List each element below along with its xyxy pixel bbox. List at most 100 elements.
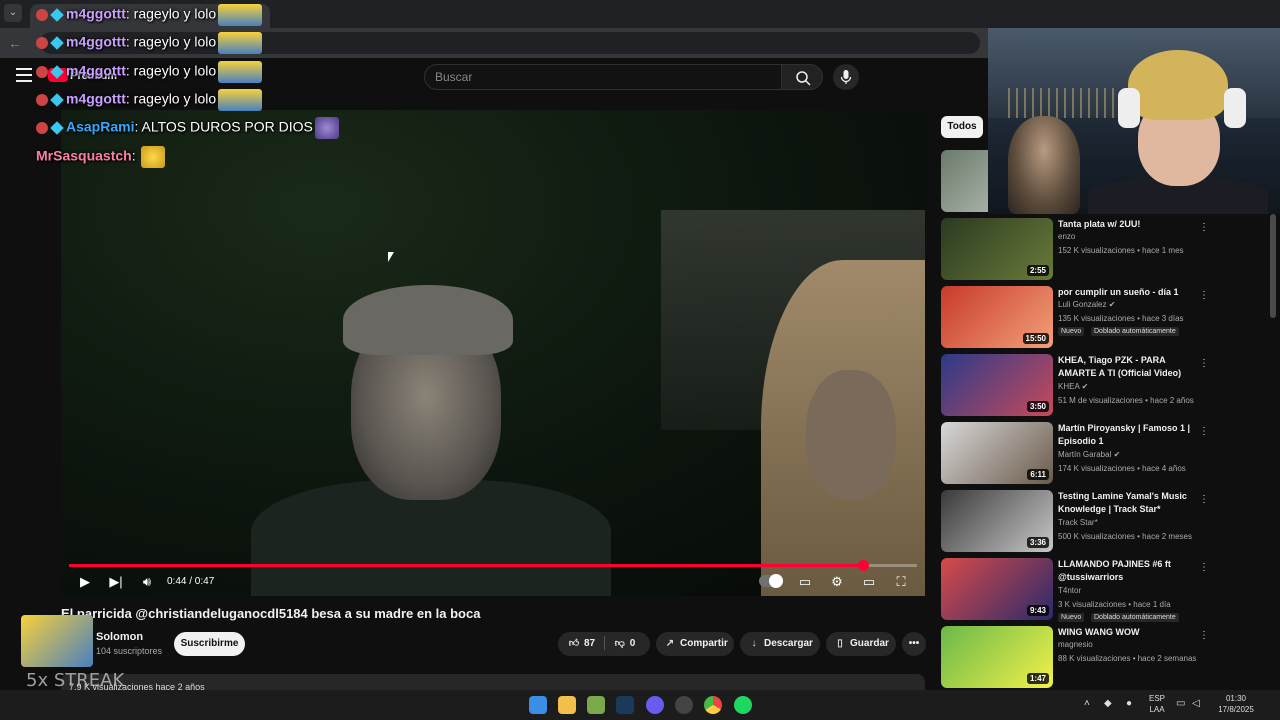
file-explorer-icon[interactable] bbox=[558, 696, 576, 714]
more-options-icon[interactable]: ⋮ bbox=[1199, 222, 1209, 234]
channel-name[interactable]: magnesio bbox=[1058, 640, 1093, 649]
channel-name[interactable]: Martín Garabal ✔ bbox=[1058, 450, 1120, 459]
video-title[interactable]: WING WANG WOW bbox=[1058, 626, 1198, 639]
progress-bar[interactable] bbox=[69, 560, 917, 571]
steam-icon[interactable] bbox=[616, 696, 634, 714]
video-title[interactable]: KHEA, Tiago PZK - PARA AMARTE A TI (Offi… bbox=[1058, 354, 1198, 380]
video-thumbnail[interactable]: 15:50 bbox=[941, 286, 1053, 348]
chat-separator: : bbox=[125, 62, 134, 79]
list-item[interactable]: 2:55 Tanta plata w/ 2UU! enzo 152 K visuali… bbox=[941, 218, 1251, 282]
video-thumbnail[interactable]: 3:50 bbox=[941, 354, 1053, 416]
speaker-icon[interactable]: ◁ bbox=[1192, 698, 1200, 709]
thumbs-up-icon[interactable]: 👍︎ bbox=[568, 632, 580, 656]
list-item[interactable]: 3:50 KHEA, Tiago PZK - PARA AMARTE A TI (… bbox=[941, 354, 1251, 418]
list-item[interactable]: 1:47 WING WANG WOW magnesio 88 K visualizac… bbox=[941, 626, 1251, 690]
subtitles-icon[interactable]: ▭ bbox=[795, 572, 815, 592]
list-item[interactable]: 9:43 LLAMANDO PAJINES #6 ft @tussiwarrior… bbox=[941, 558, 1251, 622]
video-player[interactable]: ▶ ▶| 🔊︎ 0:44 / 0:47 ▭ ⚙ ▭ ⛶ bbox=[61, 110, 925, 596]
channel-name-text: Track Star* bbox=[1058, 518, 1098, 527]
security-icon[interactable]: ◆ bbox=[1104, 698, 1112, 709]
minion-emote-icon bbox=[218, 32, 263, 54]
chat-badge-icon bbox=[50, 36, 64, 50]
autoplay-toggle[interactable] bbox=[759, 574, 783, 588]
chrome-icon[interactable] bbox=[704, 696, 722, 714]
list-item[interactable]: 3:36 Testing Lamine Yamal's Music Knowled… bbox=[941, 490, 1251, 554]
minecraft-icon[interactable] bbox=[587, 696, 605, 714]
clock-date: 17/8/2025 bbox=[1218, 705, 1254, 714]
verified-icon: ✔ bbox=[1111, 450, 1121, 459]
share-label: Compartir bbox=[680, 638, 728, 649]
volume-icon[interactable]: 🔊︎ bbox=[137, 572, 157, 592]
more-options-icon[interactable]: ⋮ bbox=[1199, 426, 1209, 438]
verified-icon: ✔ bbox=[1106, 300, 1116, 309]
start-icon[interactable] bbox=[529, 696, 547, 714]
list-item[interactable]: 6:11 Martín Piroyansky | Famoso 1 | Episo… bbox=[941, 422, 1251, 486]
description-box[interactable]: 7,9 K visualizaciones hace 2 años bbox=[61, 674, 925, 692]
language-indicator[interactable]: ESP LAA bbox=[1145, 693, 1169, 715]
voice-search-button[interactable] bbox=[833, 64, 859, 90]
video-thumbnail[interactable]: 6:11 bbox=[941, 422, 1053, 484]
fullscreen-icon[interactable]: ⛶ bbox=[891, 572, 911, 592]
chat-badge-icon bbox=[50, 8, 64, 22]
settings-icon[interactable]: ⚙ bbox=[827, 572, 847, 592]
video-title[interactable]: Martín Piroyansky | Famoso 1 | Episodio … bbox=[1058, 422, 1198, 448]
video-thumbnail[interactable]: 1:47 bbox=[941, 626, 1053, 688]
channel-name[interactable]: enzo bbox=[1058, 232, 1075, 241]
chevron-up-icon[interactable]: ˄ bbox=[1084, 698, 1090, 709]
more-options-icon[interactable]: ⋮ bbox=[1199, 494, 1209, 506]
channel-name[interactable]: T4ntor bbox=[1058, 586, 1081, 595]
microphone-tray-icon[interactable]: ● bbox=[1126, 698, 1132, 709]
share-button[interactable]: ↗ Compartir bbox=[656, 632, 734, 656]
channel-name[interactable]: KHEA ✔ bbox=[1058, 382, 1088, 391]
video-title[interactable]: LLAMANDO PAJINES #6 ft @tussiwarriors bbox=[1058, 558, 1198, 584]
download-button[interactable]: ↓ Descargar bbox=[740, 632, 820, 656]
more-options-icon[interactable]: ⋮ bbox=[1199, 562, 1209, 574]
more-options-icon[interactable]: ⋮ bbox=[1199, 290, 1209, 302]
theater-mode-icon[interactable]: ▭ bbox=[859, 572, 879, 592]
channel-name-text: enzo bbox=[1058, 232, 1076, 241]
more-actions-button[interactable]: ••• bbox=[902, 632, 926, 656]
video-duration: 15:50 bbox=[1022, 333, 1049, 344]
sidebar-scrollbar[interactable] bbox=[1270, 214, 1276, 318]
chat-badge-icon bbox=[50, 65, 64, 79]
channel-name[interactable]: Track Star* bbox=[1058, 518, 1098, 527]
channel-avatar[interactable] bbox=[21, 615, 93, 667]
network-icon[interactable]: ▭ bbox=[1176, 698, 1185, 709]
channel-name[interactable]: Luli Gonzalez ✔ bbox=[1058, 300, 1115, 309]
chat-avatar-icon bbox=[36, 122, 48, 134]
video-thumbnail[interactable]: 3:36 bbox=[941, 490, 1053, 552]
search-button[interactable] bbox=[781, 64, 823, 90]
video-duration: 3:36 bbox=[1026, 537, 1049, 548]
menu-icon[interactable] bbox=[16, 68, 32, 82]
more-options-icon[interactable]: ⋮ bbox=[1199, 630, 1209, 642]
video-title[interactable]: por cumplir un sueño - día 1 bbox=[1058, 286, 1198, 299]
next-icon[interactable]: ▶| bbox=[106, 572, 126, 592]
chat-username: m4ggottt bbox=[66, 62, 126, 79]
channel-name-text: magnesio bbox=[1058, 640, 1093, 649]
clock[interactable]: 01:30 17/8/2025 bbox=[1206, 693, 1266, 715]
channel-name[interactable]: Solomon bbox=[96, 631, 143, 643]
list-item[interactable]: 15:50 por cumplir un sueño - día 1 Luli Go… bbox=[941, 286, 1251, 350]
chat-username: m4ggottt bbox=[66, 5, 126, 22]
tab-search-button[interactable]: ⌄ bbox=[4, 4, 22, 22]
headphone-left bbox=[1118, 88, 1140, 128]
save-button[interactable]: ▯ Guardar bbox=[826, 632, 896, 656]
thumbs-down-icon[interactable]: 👎︎ bbox=[614, 632, 626, 656]
verified-icon: ✔ bbox=[1079, 382, 1089, 391]
search-input[interactable]: Buscar bbox=[424, 64, 782, 90]
subscribe-button[interactable]: Suscribirme bbox=[174, 632, 245, 656]
dislike-count[interactable]: 0 bbox=[630, 638, 636, 649]
discord-icon[interactable] bbox=[646, 696, 664, 714]
filter-chip-all[interactable]: Todos bbox=[941, 116, 983, 138]
video-title[interactable]: Tanta plata w/ 2UU! bbox=[1058, 218, 1198, 231]
more-options-icon[interactable]: ⋮ bbox=[1199, 358, 1209, 370]
like-count[interactable]: 87 bbox=[584, 638, 595, 649]
back-arrow-icon[interactable]: ← bbox=[6, 34, 24, 52]
video-title[interactable]: Testing Lamine Yamal's Music Knowledge |… bbox=[1058, 490, 1198, 516]
play-icon[interactable]: ▶ bbox=[75, 572, 95, 592]
video-thumbnail[interactable]: 2:55 bbox=[941, 218, 1053, 280]
obs-icon[interactable] bbox=[675, 696, 693, 714]
video-thumbnail[interactable]: 9:43 bbox=[941, 558, 1053, 620]
spotify-icon[interactable] bbox=[734, 696, 752, 714]
scrubber-handle[interactable] bbox=[858, 560, 869, 571]
